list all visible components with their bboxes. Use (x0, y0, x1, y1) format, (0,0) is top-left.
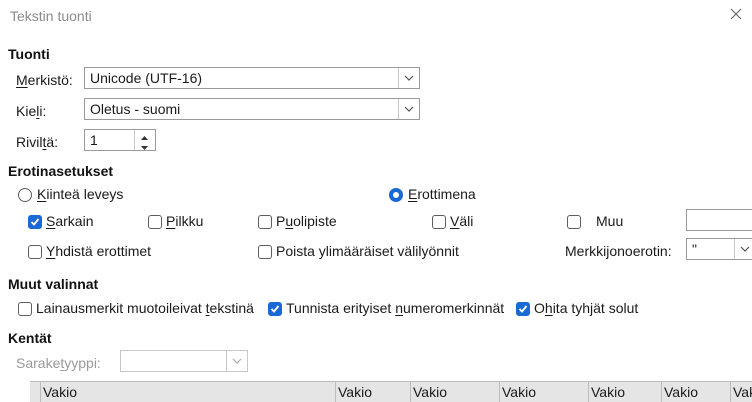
space-label[interactable]: Väli (450, 213, 473, 229)
chevron-down-icon (735, 239, 752, 259)
dialog-titlebar: Tekstin tuonti (0, 0, 752, 34)
dialog-title: Tekstin tuonti (10, 8, 92, 24)
column-header[interactable]: Vakio (410, 382, 499, 402)
comma-label[interactable]: Pilkku (166, 213, 203, 229)
column-header[interactable]: Vakio (661, 382, 730, 402)
spin-down-icon[interactable] (135, 140, 154, 150)
tab-label[interactable]: Sarkain (46, 213, 93, 229)
other-options-heading: Muut valinnat (8, 276, 99, 292)
merge-delimiters-label[interactable]: Yhdistä erottimet (46, 243, 151, 259)
tab-checkbox[interactable] (28, 215, 42, 229)
merge-delimiters-checkbox[interactable] (28, 245, 42, 259)
fields-heading: Kentät (8, 330, 52, 346)
import-heading: Tuonti (8, 46, 50, 62)
semicolon-checkbox[interactable] (258, 215, 272, 229)
charset-label: Merkistö: (16, 72, 73, 88)
quoted-as-text-checkbox[interactable] (18, 302, 32, 316)
detect-special-numbers-checkbox[interactable] (268, 302, 282, 316)
detect-special-numbers-label[interactable]: Tunnista erityiset numeromerkinnät (286, 300, 504, 316)
other-label[interactable]: Muu (596, 213, 623, 229)
separated-by-radio[interactable] (389, 188, 403, 202)
skip-empty-cells-checkbox[interactable] (516, 302, 530, 316)
from-row-spinner[interactable]: 1 (84, 129, 156, 151)
spin-up-icon[interactable] (135, 130, 154, 140)
column-header[interactable]: Vakio (335, 382, 410, 402)
other-separator-input[interactable] (686, 209, 752, 231)
language-label: Kieli: (16, 103, 47, 119)
chevron-down-icon (227, 351, 247, 371)
separator-options-heading: Erotinasetukset (8, 163, 114, 179)
from-row-label: Riviltä: (16, 134, 59, 150)
comma-checkbox[interactable] (148, 215, 162, 229)
column-header[interactable]: Vakio (588, 382, 661, 402)
fixed-width-label[interactable]: Kiinteä leveys (37, 186, 123, 202)
column-type-dropdown[interactable] (120, 350, 248, 372)
chevron-down-icon (399, 68, 419, 88)
language-value: Oletus - suomi (90, 101, 181, 117)
string-delimiter-value: " (692, 241, 697, 257)
trim-spaces-label[interactable]: Poista ylimääräiset välilyönnit (276, 243, 459, 259)
fixed-width-radio[interactable] (18, 188, 32, 202)
column-type-label: Saraketyyppi: (16, 355, 101, 371)
column-header[interactable]: Vakio (40, 382, 335, 402)
column-header[interactable]: Vakio (730, 382, 752, 402)
language-dropdown[interactable]: Oletus - suomi (84, 98, 420, 120)
separated-by-label[interactable]: Erottimena (408, 186, 476, 202)
other-checkbox[interactable] (567, 215, 581, 229)
quoted-as-text-label[interactable]: Lainausmerkit muotoileivat tekstinä (36, 300, 254, 316)
from-row-value: 1 (90, 132, 98, 148)
skip-empty-cells-label[interactable]: Ohita tyhjät solut (534, 300, 638, 316)
charset-value: Unicode (UTF-16) (90, 70, 203, 86)
trim-spaces-checkbox[interactable] (258, 245, 272, 259)
charset-dropdown[interactable]: Unicode (UTF-16) (84, 67, 420, 89)
semicolon-label[interactable]: Puolipiste (276, 213, 337, 229)
close-icon[interactable] (728, 6, 744, 22)
string-delimiter-dropdown[interactable]: " (686, 238, 752, 260)
space-checkbox[interactable] (432, 215, 446, 229)
column-header[interactable]: Vakio (499, 382, 588, 402)
string-delimiter-label: Merkkijonoerotin: (565, 243, 672, 259)
chevron-down-icon (399, 99, 419, 119)
